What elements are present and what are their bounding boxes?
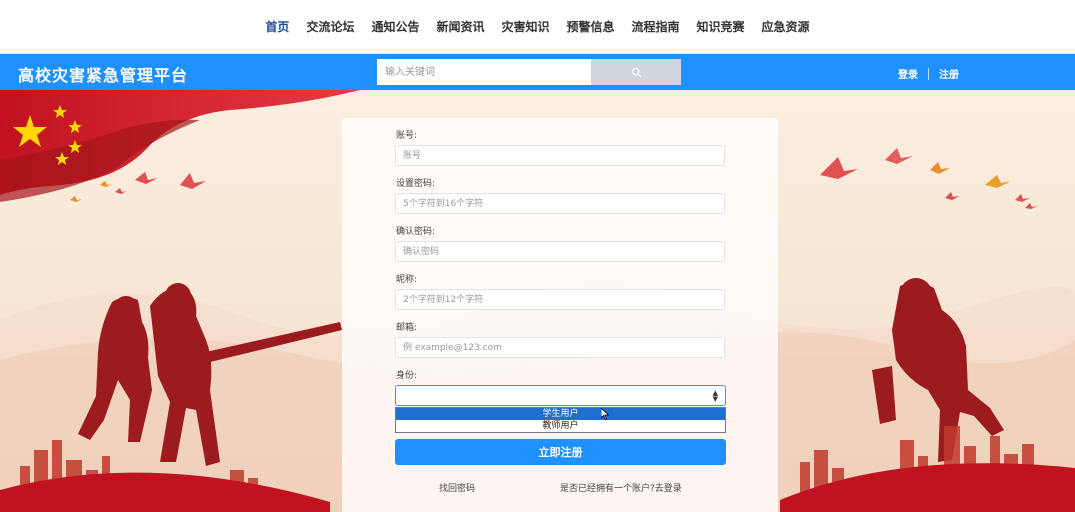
login-link[interactable]: 登录 [898, 66, 918, 81]
account-input[interactable] [395, 145, 725, 166]
search-input[interactable] [377, 59, 591, 85]
email-input[interactable] [395, 337, 725, 358]
go-login-link[interactable]: 是否已经拥有一个账户?去登录 [560, 481, 682, 494]
email-label: 邮箱: [396, 323, 418, 333]
role-option-student[interactable]: 学生用户 [396, 408, 725, 420]
search-icon [631, 67, 642, 78]
nav-quiz[interactable]: 知识竞赛 [697, 18, 745, 35]
auth-links: 登录 注册 [898, 66, 959, 81]
nav-guide[interactable]: 流程指南 [632, 18, 680, 35]
role-option-teacher[interactable]: 教师用户 [396, 420, 725, 432]
nav-disaster-knowledge[interactable]: 灾害知识 [501, 18, 549, 35]
confirm-password-input[interactable] [395, 241, 725, 262]
password-input[interactable] [395, 193, 725, 214]
site-title: 高校灾害紧急管理平台 [18, 66, 189, 85]
confirm-password-label: 确认密码: [396, 227, 436, 237]
role-label: 身份: [396, 371, 418, 381]
nav-home[interactable]: 首页 [265, 18, 289, 35]
header-bar: 高校灾害紧急管理平台 登录 注册 [0, 54, 1075, 90]
password-label: 设置密码: [396, 179, 436, 189]
search-button[interactable] [591, 59, 681, 85]
mouse-cursor-icon [601, 408, 609, 420]
nickname-input[interactable] [395, 289, 725, 310]
role-dropdown: 学生用户 教师用户 [395, 407, 726, 433]
register-submit-button[interactable]: 立即注册 [395, 439, 726, 465]
select-arrows-icon: ▲ ▼ [712, 389, 718, 403]
nav-forum[interactable]: 交流论坛 [306, 18, 354, 35]
nav-news[interactable]: 新闻资讯 [436, 18, 484, 35]
top-nav: 首页 交流论坛 通知公告 新闻资讯 灾害知识 预警信息 流程指南 知识竞赛 应急… [0, 0, 1075, 54]
nickname-label: 昵称: [396, 275, 418, 285]
nav-warning[interactable]: 预警信息 [567, 18, 615, 35]
nav-resources[interactable]: 应急资源 [762, 18, 810, 35]
divider [928, 67, 929, 80]
role-select[interactable]: ▲ ▼ [395, 385, 726, 406]
account-label: 账号: [396, 131, 418, 141]
nav-notice[interactable]: 通知公告 [371, 18, 419, 35]
forgot-password-link[interactable]: 找回密码 [439, 481, 475, 494]
register-link[interactable]: 注册 [939, 66, 959, 81]
